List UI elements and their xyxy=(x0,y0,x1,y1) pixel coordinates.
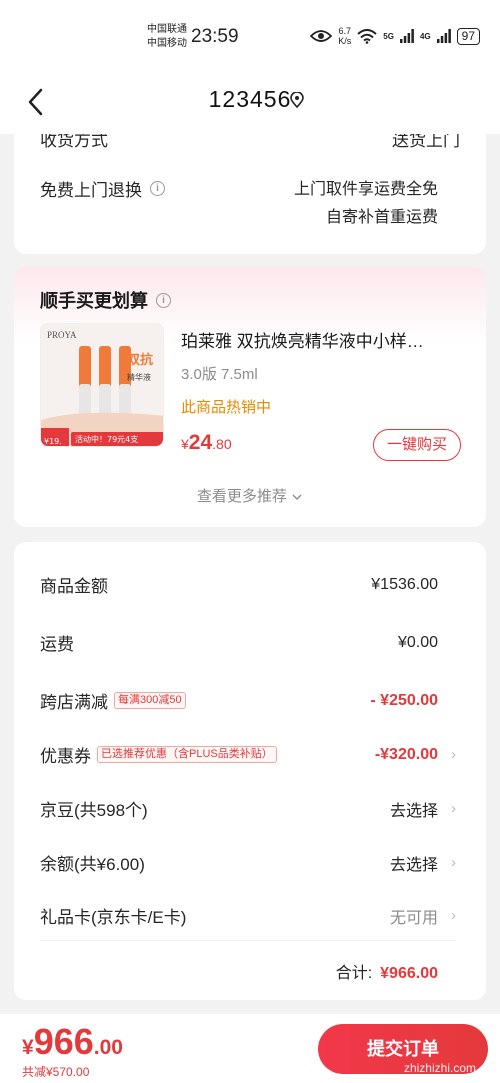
payable-symbol: ¥ xyxy=(22,1036,34,1059)
coupon-label: 优惠券 xyxy=(40,747,91,766)
shipping-row: 运费 ¥0.00 xyxy=(40,630,456,655)
net-speed: 6.7 K/s xyxy=(338,26,351,46)
shipping-label: 运费 xyxy=(40,635,74,654)
payable-integer: 966 xyxy=(33,1021,94,1062)
saved-amount: 共减¥570.00 xyxy=(22,1065,90,1079)
coupon-label-group: 优惠券 已选推荐优惠（含PLUS品类补贴） xyxy=(40,742,277,767)
payable-decimal: .00 xyxy=(93,1036,123,1059)
delivery-card: 收货方式 送货上门 免费上门退换 i 上门取件享运费全免 自寄补首重运费 xyxy=(14,134,486,254)
one-click-buy-button[interactable]: 一键购买 xyxy=(373,429,461,461)
gift-card-value: 无可用 xyxy=(389,909,438,927)
hot-tag: 此商品热销中 xyxy=(181,399,272,416)
eye-icon xyxy=(310,30,333,42)
signal-bars-icon xyxy=(436,29,451,43)
submit-order-button[interactable]: 提交订单 xyxy=(318,1024,488,1074)
info-icon[interactable]: i xyxy=(156,292,171,308)
wifi-icon xyxy=(357,28,377,44)
balance-label: 余额(共¥6.00) xyxy=(40,855,145,874)
free-return-details: 上门取件享运费全免 自寄补首重运费 xyxy=(294,176,438,232)
recommend-card: 顺手买更划算 i PROYA 双抗 精华液 ¥19. 活动中！79元4支 珀莱雅… xyxy=(14,267,486,527)
product-price: ¥24.80 xyxy=(181,431,232,455)
nav-bar: 123456 xyxy=(0,70,500,134)
chevron-right-icon: › xyxy=(451,854,456,871)
more-recommendations-label: 查看更多推荐 xyxy=(196,488,287,505)
gift-card-label: 礼品卡(京东卡/E卡) xyxy=(40,908,187,927)
delivery-method-value: 送货上门 xyxy=(392,134,460,150)
jd-beans-label: 京豆(共598个) xyxy=(40,801,148,820)
promo-text-2: 精华液 xyxy=(127,372,151,382)
signal-2-label: 4G xyxy=(419,31,431,41)
cross-store-label-group: 跨店满减 每满300减50 xyxy=(40,688,186,713)
coupon-row[interactable]: 优惠券 已选推荐优惠（含PLUS品类补贴） -¥320.00 › xyxy=(40,742,456,767)
payable-amount: ¥966.00 xyxy=(22,1021,123,1063)
return-line-2: 自寄补首重运费 xyxy=(325,209,438,226)
page-title: 123456 xyxy=(208,86,292,112)
price-decimal: .80 xyxy=(212,436,232,452)
more-recommendations-link[interactable]: 查看更多推荐 xyxy=(14,485,486,506)
carrier-info: 中国联通 中国移动 xyxy=(147,23,187,51)
cross-store-discount-row: 跨店满减 每满300减50 - ¥250.00 xyxy=(40,688,456,713)
goods-amount-label: 商品金额 xyxy=(40,577,108,596)
shipping-value: ¥0.00 xyxy=(397,633,438,651)
carrier-2: 中国移动 xyxy=(147,38,187,49)
checkout-bar: ¥966.00 共减¥570.00 提交订单 zhizhizhi.com xyxy=(0,1014,500,1083)
image-badge: 活动中！79元4支 xyxy=(75,434,138,444)
cross-store-label: 跨店满减 xyxy=(40,693,108,712)
free-return-row: 免费上门退换 i xyxy=(40,176,165,201)
battery-icon: 97 xyxy=(456,27,480,45)
delivery-method-label: 收货方式 xyxy=(40,134,108,150)
price-symbol: ¥ xyxy=(181,436,189,452)
net-speed-value: 6.7 xyxy=(338,26,352,36)
coupon-value: -¥320.00 xyxy=(374,745,438,763)
balance-row[interactable]: 余额(共¥6.00) 去选择 › xyxy=(40,850,456,875)
product-name[interactable]: 珀莱雅 双抗焕亮精华液中小样… xyxy=(181,327,471,352)
status-icons: 6.7 K/s 5G 4G 97 xyxy=(310,26,480,46)
product-image[interactable]: PROYA 双抗 精华液 ¥19. 活动中！79元4支 xyxy=(40,323,164,447)
jd-beans-row[interactable]: 京豆(共598个) 去选择 › xyxy=(40,796,456,821)
signal-bars-icon xyxy=(399,29,414,43)
recommend-title-text: 顺手买更划算 xyxy=(40,291,148,311)
goods-amount-row: 商品金额 ¥1536.00 xyxy=(40,572,456,597)
promo-text-1: 双抗 xyxy=(127,352,153,368)
location-pin-icon[interactable] xyxy=(290,92,304,108)
carrier-1: 中国联通 xyxy=(147,24,187,35)
chevron-right-icon: › xyxy=(451,800,456,817)
balance-value: 去选择 xyxy=(389,856,438,874)
chevron-down-icon xyxy=(292,494,302,501)
chevron-right-icon: › xyxy=(451,907,456,924)
cross-store-value: - ¥250.00 xyxy=(370,691,438,709)
status-bar: 中国联通 中国移动 23:59 6.7 K/s 5G 4G 97 xyxy=(0,0,500,70)
jd-beans-value: 去选择 xyxy=(389,802,438,820)
image-price: ¥19. xyxy=(44,437,62,446)
total-value: ¥966.00 xyxy=(380,965,438,982)
divider xyxy=(40,940,456,941)
total-row: 合计: ¥966.00 xyxy=(336,959,438,983)
signal-1-label: 5G xyxy=(383,31,394,41)
product-spec: 3.0版 7.5ml xyxy=(181,366,258,383)
return-line-1: 上门取件享运费全免 xyxy=(293,181,438,198)
recommend-title: 顺手买更划算 i xyxy=(40,287,171,313)
brand-logo: PROYA xyxy=(47,330,77,340)
cross-store-tag: 每满300减50 xyxy=(114,692,186,709)
gift-card-row[interactable]: 礼品卡(京东卡/E卡) 无可用 › xyxy=(40,903,456,928)
goods-amount-value: ¥1536.00 xyxy=(371,575,438,593)
coupon-tag: 已选推荐优惠（含PLUS品类补贴） xyxy=(97,746,277,763)
price-integer: 24 xyxy=(188,431,213,454)
product-image-art: PROYA 双抗 精华液 ¥19. 活动中！79元4支 xyxy=(41,324,163,446)
total-label: 合计: xyxy=(335,965,373,982)
net-speed-unit: K/s xyxy=(338,36,352,46)
free-return-label: 免费上门退换 xyxy=(40,181,142,200)
delivery-method-row[interactable]: 收货方式 送货上门 xyxy=(40,134,460,151)
fees-card: 商品金额 ¥1536.00 运费 ¥0.00 跨店满减 每满300减50 - ¥… xyxy=(14,542,486,1000)
info-icon[interactable]: i xyxy=(150,181,165,196)
chevron-right-icon: › xyxy=(451,746,456,763)
clock: 23:59 xyxy=(191,26,239,47)
